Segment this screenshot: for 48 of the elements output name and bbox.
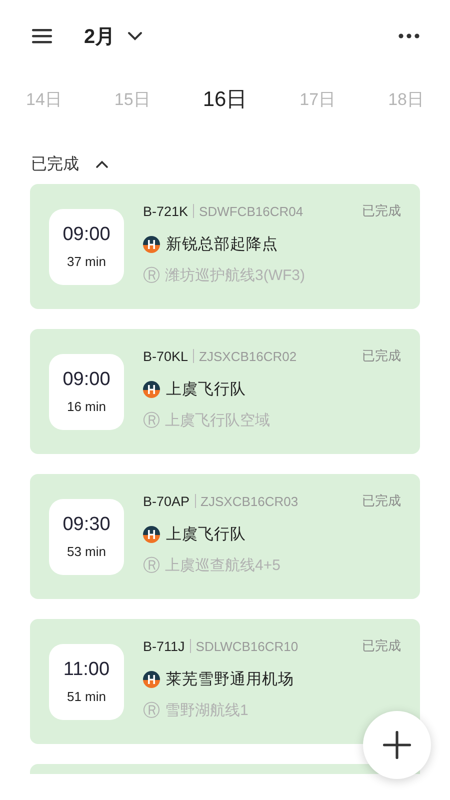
tail-number: B-721K [143,204,188,218]
route-name: 雪野湖航线1 [165,701,248,720]
tail-number: B-70KL [143,348,188,364]
route-icon: Ⓡ [143,264,160,287]
route-icon: Ⓡ [143,554,160,577]
route-name: 上虞飞行队空域 [165,411,270,430]
start-time: 09:00 [62,224,110,246]
flight-code: ZJSXCB16CR03 [200,494,298,508]
status-label: 已完成 [362,492,401,510]
flight-card[interactable]: 09:30 53 min B-70AP ZJSXCB16CR03 已完成 上虞飞行队 Ⓡ 上虞巡查航线4+5 [30,474,420,599]
flight-duration: 16 min [66,399,106,414]
tail-number: B-70AP [143,494,190,508]
start-time: 11:00 [63,659,110,681]
flight-code: SDLWCB16CR10 [196,638,298,654]
flight-card[interactable]: 09:00 37 min B-721K SDWFCB16CR04 已完成 新锐总部起降点 Ⓡ 潍坊巡护航线3(WF3) [30,184,420,309]
route-icon: Ⓡ [143,409,160,432]
base-name: 上虞飞行队 [166,380,246,400]
chevron-down-icon[interactable] [127,31,144,41]
flight-card[interactable]: 11:00 51 min B-711J SDLWCB16CR10 已完成 莱芜雪野通用机场 Ⓡ 雪野湖航线1 [30,619,420,744]
month-selector[interactable]: 2月 [84,22,116,50]
base-name: 莱芜雪野通用机场 [166,670,294,690]
helipad-icon [143,671,160,688]
plus-icon [383,731,411,759]
helipad-icon [143,381,160,398]
status-label: 已完成 [362,347,401,365]
status-label: 已完成 [362,202,401,220]
flight-code: SDWFCB16CR04 [199,204,304,218]
status-label: 已完成 [362,637,401,655]
flight-duration: 53 min [66,544,106,559]
date-tab[interactable]: 16日 [202,85,248,113]
tail-number: B-711J [143,638,185,654]
route-name: 潍坊巡护航线3(WF3) [165,266,305,285]
flight-code: ZJSXCB16CR02 [199,348,297,364]
start-time: 09:30 [62,514,110,536]
section-title[interactable]: 已完成 [31,154,79,174]
helipad-icon [143,526,160,543]
chevron-up-icon[interactable] [95,160,109,168]
flight-duration: 51 min [66,689,106,704]
flight-duration: 37 min [66,254,106,269]
route-icon: Ⓡ [143,699,160,722]
route-name: 上虞巡查航线4+5 [165,556,280,575]
base-name: 新锐总部起降点 [166,235,278,255]
flight-card[interactable]: 09:00 16 min B-70KL ZJSXCB16CR02 已完成 上虞飞行队 Ⓡ 上虞飞行队空域 [30,329,420,454]
menu-icon[interactable] [32,28,52,44]
base-name: 上虞飞行队 [166,525,246,545]
start-time: 09:00 [62,369,110,391]
helipad-icon [143,236,160,253]
more-icon[interactable] [398,33,420,39]
